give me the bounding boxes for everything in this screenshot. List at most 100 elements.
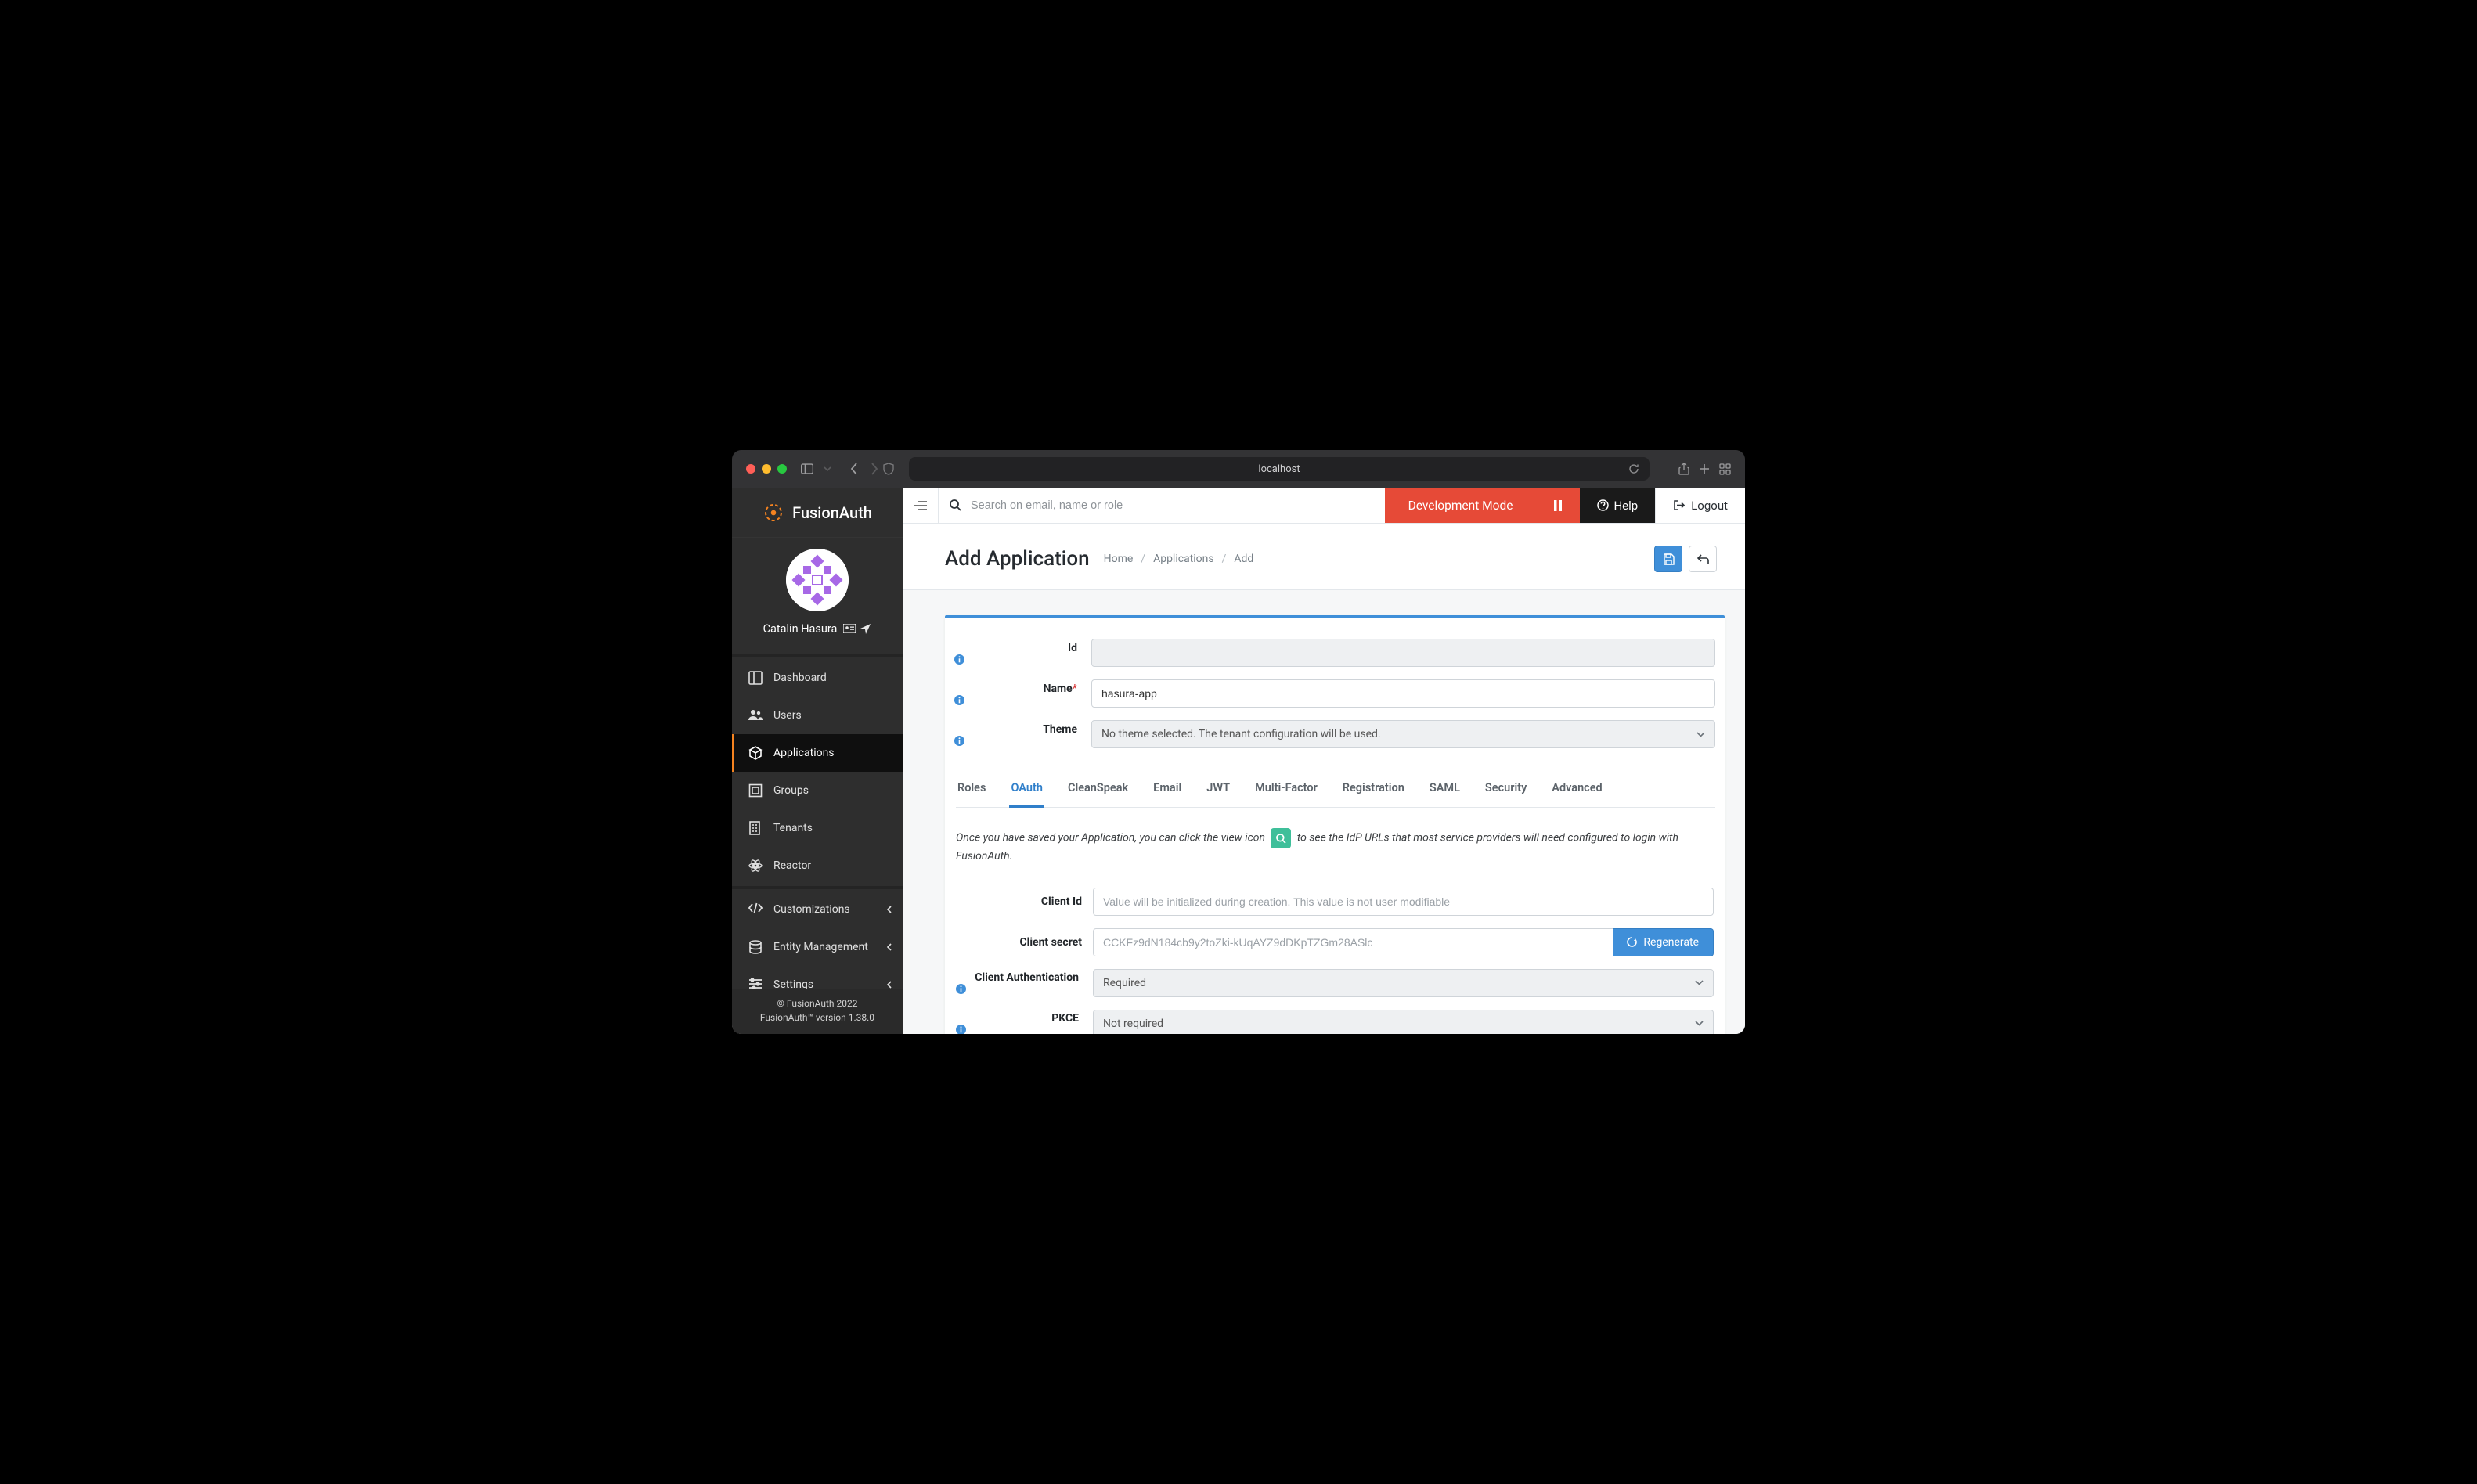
location-arrow-icon[interactable] (860, 624, 871, 635)
help-button[interactable]: Help (1580, 488, 1655, 523)
oauth-info-text: Once you have saved your Application, yo… (956, 828, 1714, 866)
window-minimize-button[interactable] (762, 464, 771, 474)
id-card-icon[interactable] (843, 624, 854, 635)
sidebar-item-customizations[interactable]: Customizations (732, 891, 903, 928)
tab-registration[interactable]: Registration (1341, 772, 1406, 808)
theme-label: Theme (1043, 723, 1077, 736)
privacy-shield-icon[interactable] (882, 463, 895, 475)
sidebar-item-dashboard[interactable]: Dashboard (732, 659, 903, 697)
crumb-applications[interactable]: Applications (1153, 553, 1214, 565)
name-input[interactable] (1091, 679, 1715, 708)
help-label: Help (1613, 499, 1638, 513)
reload-icon[interactable] (1628, 463, 1640, 475)
sidebar-item-groups[interactable]: Groups (732, 772, 903, 809)
tab-cleanspeak[interactable]: CleanSpeak (1066, 772, 1130, 808)
nav: Dashboard Users Applications Groups Tena… (732, 653, 903, 989)
nav-back-icon[interactable] (848, 463, 860, 475)
logout-label: Logout (1691, 499, 1728, 513)
profile-block: Catalin Hasura (732, 538, 903, 653)
chevron-down-icon[interactable] (821, 463, 834, 475)
client-id-label: Client Id (1041, 895, 1082, 908)
url-text: localhost (1258, 463, 1300, 475)
tab-saml[interactable]: SAML (1428, 772, 1462, 808)
info-icon[interactable] (954, 736, 1080, 746)
sidebar-item-tenants[interactable]: Tenants (732, 809, 903, 847)
tab-roles[interactable]: Roles (956, 772, 987, 808)
client-id-input (1093, 888, 1714, 916)
tab-multi-factor[interactable]: Multi-Factor (1253, 772, 1319, 808)
copyright-text: © FusionAuth 2022 (737, 996, 898, 1010)
sidebar-item-label: Users (773, 709, 802, 722)
sidebar-item-label: Reactor (773, 859, 811, 872)
nav-forward-icon[interactable] (868, 463, 881, 475)
sidebar-toggle-icon[interactable] (801, 463, 813, 475)
sidebar-item-label: Entity Management (773, 941, 868, 953)
username: Catalin Hasura (763, 622, 838, 636)
brand[interactable]: FusionAuth (732, 488, 903, 538)
sidebar-item-applications[interactable]: Applications (732, 734, 903, 772)
development-mode-text: Development Mode (1408, 499, 1513, 513)
window-zoom-button[interactable] (777, 464, 787, 474)
sidebar-item-label: Tenants (773, 822, 813, 834)
sidebar-item-users[interactable]: Users (732, 697, 903, 734)
client-secret-label: Client secret (1019, 936, 1082, 949)
topbar: Development Mode Help Logout (903, 488, 1745, 524)
pause-button[interactable] (1536, 488, 1580, 523)
logout-icon (1673, 499, 1685, 511)
avatar[interactable] (786, 549, 849, 611)
sidebar-item-reactor[interactable]: Reactor (732, 847, 903, 884)
tab-jwt[interactable]: JWT (1205, 772, 1231, 808)
chevron-down-icon (1695, 1021, 1704, 1026)
search-input[interactable] (971, 499, 1374, 512)
info-icon[interactable] (956, 984, 1082, 994)
page-title: Add Application (945, 547, 1090, 571)
info-icon[interactable] (954, 695, 1080, 705)
tab-email[interactable]: Email (1152, 772, 1183, 808)
client-secret-input (1093, 928, 1613, 956)
share-icon[interactable] (1678, 463, 1690, 475)
crumb-add: Add (1234, 553, 1253, 565)
pkce-select[interactable]: Not required (1093, 1010, 1714, 1034)
groups-icon (748, 783, 763, 798)
info-icon[interactable] (956, 1025, 1082, 1034)
view-icon-button[interactable] (1271, 828, 1291, 848)
chevron-down-icon (1696, 732, 1705, 737)
sidebar-collapse-button[interactable] (903, 488, 939, 523)
search-field[interactable] (939, 488, 1385, 523)
sidebar-item-label: Applications (773, 747, 835, 759)
tab-advanced[interactable]: Advanced (1550, 772, 1603, 808)
tab-security[interactable]: Security (1484, 772, 1528, 808)
development-mode-banner[interactable]: Development Mode (1385, 488, 1537, 523)
applications-icon (748, 746, 763, 760)
save-button[interactable] (1654, 546, 1682, 572)
sidebar-item-settings[interactable]: Settings (732, 966, 903, 989)
pkce-value: Not required (1103, 1018, 1163, 1030)
chevron-down-icon (1695, 980, 1704, 985)
sidebar-item-label: Settings (773, 978, 813, 989)
chevron-left-icon (887, 906, 892, 913)
logout-button[interactable]: Logout (1655, 488, 1745, 523)
sidebar-item-entity-management[interactable]: Entity Management (732, 928, 903, 966)
sliders-icon (748, 978, 763, 989)
tab-grid-icon[interactable] (1718, 463, 1731, 475)
info-icon[interactable] (954, 654, 1080, 665)
window-close-button[interactable] (746, 464, 755, 474)
url-bar[interactable]: localhost (909, 457, 1650, 481)
sidebar-item-label: Customizations (773, 903, 850, 916)
tenants-icon (748, 821, 763, 835)
theme-value: No theme selected. The tenant configurat… (1101, 728, 1381, 740)
name-label: Name (1044, 683, 1073, 695)
new-tab-icon[interactable] (1698, 463, 1711, 475)
regenerate-button[interactable]: Regenerate (1613, 928, 1714, 956)
tab-oauth[interactable]: OAuth (1009, 772, 1044, 808)
brand-logo-icon (763, 502, 784, 524)
theme-select[interactable]: No theme selected. The tenant configurat… (1091, 720, 1715, 748)
brand-name: FusionAuth (792, 503, 872, 522)
help-icon (1597, 499, 1609, 511)
client-auth-select[interactable]: Required (1093, 969, 1714, 997)
back-button[interactable] (1689, 546, 1717, 572)
code-icon (748, 902, 763, 917)
crumb-home[interactable]: Home (1104, 553, 1134, 565)
chevron-left-icon (887, 943, 892, 951)
chevron-left-icon (887, 981, 892, 989)
